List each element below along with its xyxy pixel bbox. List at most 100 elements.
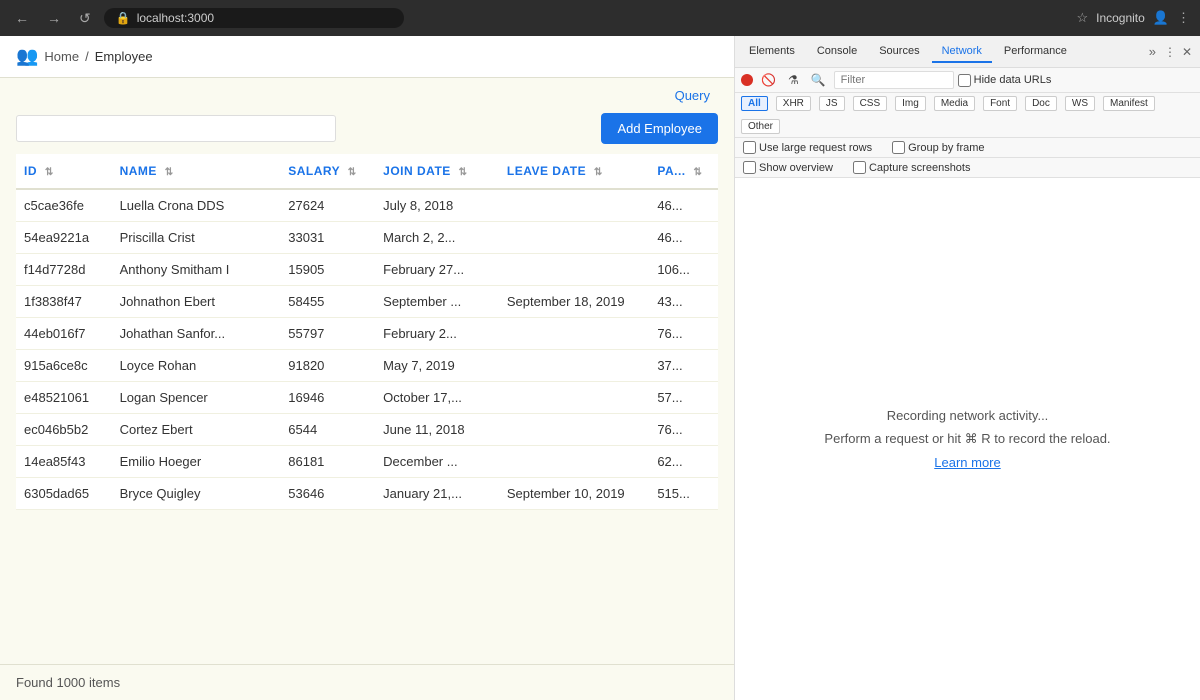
devtools-options-row1: Use large request rows Group by frame xyxy=(735,138,1200,158)
cell-name: Anthony Smitham I xyxy=(112,254,281,286)
toolbar: Query xyxy=(0,78,734,113)
col-header-name[interactable]: NAME ⇅ xyxy=(112,154,281,189)
cell-leave-date xyxy=(499,382,649,414)
cell-name: Luella Crona DDS xyxy=(112,189,281,222)
devtools-filter-bar: All XHR JS CSS Img Media Font Doc WS Man… xyxy=(735,93,1200,138)
show-overview-label[interactable]: Show overview xyxy=(743,161,833,174)
cell-id: e48521061 xyxy=(16,382,112,414)
filter-other[interactable]: Other xyxy=(741,119,780,134)
table-row[interactable]: 14ea85f43 Emilio Hoeger 86181 December .… xyxy=(16,446,718,478)
incognito-label: Incognito xyxy=(1096,11,1145,25)
cell-salary: 86181 xyxy=(280,446,375,478)
table-row[interactable]: 44eb016f7 Johathan Sanfor... 55797 Febru… xyxy=(16,318,718,350)
col-header-id[interactable]: ID ⇅ xyxy=(16,154,112,189)
tab-performance[interactable]: Performance xyxy=(994,41,1077,63)
table-row[interactable]: e48521061 Logan Spencer 16946 October 17… xyxy=(16,382,718,414)
table-header-row: ID ⇅ NAME ⇅ SALARY ⇅ JOIN DATE ⇅ LEAVE D… xyxy=(16,154,718,189)
cell-join-date: May 7, 2019 xyxy=(375,350,499,382)
tab-elements[interactable]: Elements xyxy=(739,41,805,63)
search-button[interactable]: 🔍 xyxy=(807,71,830,89)
learn-more-link[interactable]: Learn more xyxy=(934,455,1000,470)
show-overview-checkbox[interactable] xyxy=(743,161,756,174)
filter-manifest[interactable]: Manifest xyxy=(1103,96,1155,111)
search-row: Add Employee xyxy=(0,113,734,154)
cell-name: Loyce Rohan xyxy=(112,350,281,382)
refresh-button[interactable]: ↺ xyxy=(74,8,96,29)
cell-pa: 62... xyxy=(649,446,718,478)
table-footer: Found 1000 items xyxy=(0,664,734,700)
query-link[interactable]: Query xyxy=(675,88,710,103)
devtools-dock-icon[interactable]: ⋮ xyxy=(1164,45,1176,59)
table-row[interactable]: c5cae36fe Luella Crona DDS 27624 July 8,… xyxy=(16,189,718,222)
recording-line1: Recording network activity... xyxy=(887,408,1049,423)
col-header-leave[interactable]: LEAVE DATE ⇅ xyxy=(499,154,649,189)
cell-pa: 57... xyxy=(649,382,718,414)
add-employee-button[interactable]: Add Employee xyxy=(601,113,718,144)
employees-icon: 👥 xyxy=(16,46,38,67)
devtools-close-icon[interactable]: ✕ xyxy=(1182,45,1192,59)
hide-data-urls-label[interactable]: Hide data URLs xyxy=(958,74,1052,87)
use-large-rows-label[interactable]: Use large request rows xyxy=(743,141,872,154)
cell-pa: 37... xyxy=(649,350,718,382)
cell-join-date: February 27... xyxy=(375,254,499,286)
star-icon[interactable]: ☆ xyxy=(1076,10,1088,26)
filter-ws[interactable]: WS xyxy=(1065,96,1095,111)
table-row[interactable]: 6305dad65 Bryce Quigley 53646 January 21… xyxy=(16,478,718,510)
capture-screenshots-checkbox[interactable] xyxy=(853,161,866,174)
menu-icon[interactable]: ⋮ xyxy=(1177,10,1190,26)
hide-data-urls-checkbox[interactable] xyxy=(958,74,971,87)
cell-salary: 15905 xyxy=(280,254,375,286)
table-row[interactable]: 1f3838f47 Johnathon Ebert 58455 Septembe… xyxy=(16,286,718,318)
filter-js[interactable]: JS xyxy=(819,96,845,111)
cell-leave-date xyxy=(499,414,649,446)
clear-button[interactable]: 🚫 xyxy=(757,71,780,89)
cell-join-date: January 21,... xyxy=(375,478,499,510)
filter-input[interactable] xyxy=(834,71,954,89)
more-tabs-icon[interactable]: » xyxy=(1143,42,1162,61)
filter-xhr[interactable]: XHR xyxy=(776,96,811,111)
filter-css[interactable]: CSS xyxy=(853,96,888,111)
found-count: Found 1000 items xyxy=(16,675,120,690)
filter-img[interactable]: Img xyxy=(895,96,926,111)
filter-all[interactable]: All xyxy=(741,96,768,111)
forward-button[interactable]: → xyxy=(42,8,66,28)
table-row[interactable]: 54ea9221a Priscilla Crist 33031 March 2,… xyxy=(16,222,718,254)
cell-pa: 515... xyxy=(649,478,718,510)
filter-font[interactable]: Font xyxy=(983,96,1017,111)
url-text: localhost:3000 xyxy=(137,11,214,25)
search-input[interactable] xyxy=(16,115,336,142)
cell-join-date: March 2, 2... xyxy=(375,222,499,254)
cell-id: 54ea9221a xyxy=(16,222,112,254)
record-stop-button[interactable] xyxy=(741,74,753,86)
lock-icon: 🔒 xyxy=(116,11,131,25)
tab-sources[interactable]: Sources xyxy=(869,41,929,63)
use-large-rows-checkbox[interactable] xyxy=(743,141,756,154)
cell-join-date: July 8, 2018 xyxy=(375,189,499,222)
cell-salary: 58455 xyxy=(280,286,375,318)
network-empty-state: Recording network activity... Perform a … xyxy=(735,178,1200,700)
cell-leave-date: September 18, 2019 xyxy=(499,286,649,318)
tab-network[interactable]: Network xyxy=(932,41,992,63)
table-row[interactable]: f14d7728d Anthony Smitham I 15905 Februa… xyxy=(16,254,718,286)
col-header-join[interactable]: JOIN DATE ⇅ xyxy=(375,154,499,189)
url-bar[interactable]: 🔒 localhost:3000 xyxy=(104,8,404,28)
group-by-frame-checkbox[interactable] xyxy=(892,141,905,154)
col-header-pa[interactable]: PA... ⇅ xyxy=(649,154,718,189)
filter-media[interactable]: Media xyxy=(934,96,975,111)
devtools-tabs: Elements Console Sources Network Perform… xyxy=(735,36,1200,68)
back-button[interactable]: ← xyxy=(10,8,34,28)
cell-name: Johathan Sanfor... xyxy=(112,318,281,350)
recording-line2: Perform a request or hit ⌘ R to record t… xyxy=(824,431,1110,447)
profile-icon[interactable]: 👤 xyxy=(1153,10,1169,26)
cell-salary: 53646 xyxy=(280,478,375,510)
group-by-frame-label[interactable]: Group by frame xyxy=(892,141,984,154)
table-row[interactable]: ec046b5b2 Cortez Ebert 6544 June 11, 201… xyxy=(16,414,718,446)
tab-console[interactable]: Console xyxy=(807,41,867,63)
table-row[interactable]: 915a6ce8c Loyce Rohan 91820 May 7, 2019 … xyxy=(16,350,718,382)
cell-id: ec046b5b2 xyxy=(16,414,112,446)
capture-screenshots-label[interactable]: Capture screenshots xyxy=(853,161,971,174)
home-link[interactable]: Home xyxy=(44,49,79,64)
col-header-salary[interactable]: SALARY ⇅ xyxy=(280,154,375,189)
filter-doc[interactable]: Doc xyxy=(1025,96,1057,111)
filter-toggle-button[interactable]: ⚗ xyxy=(784,71,803,89)
